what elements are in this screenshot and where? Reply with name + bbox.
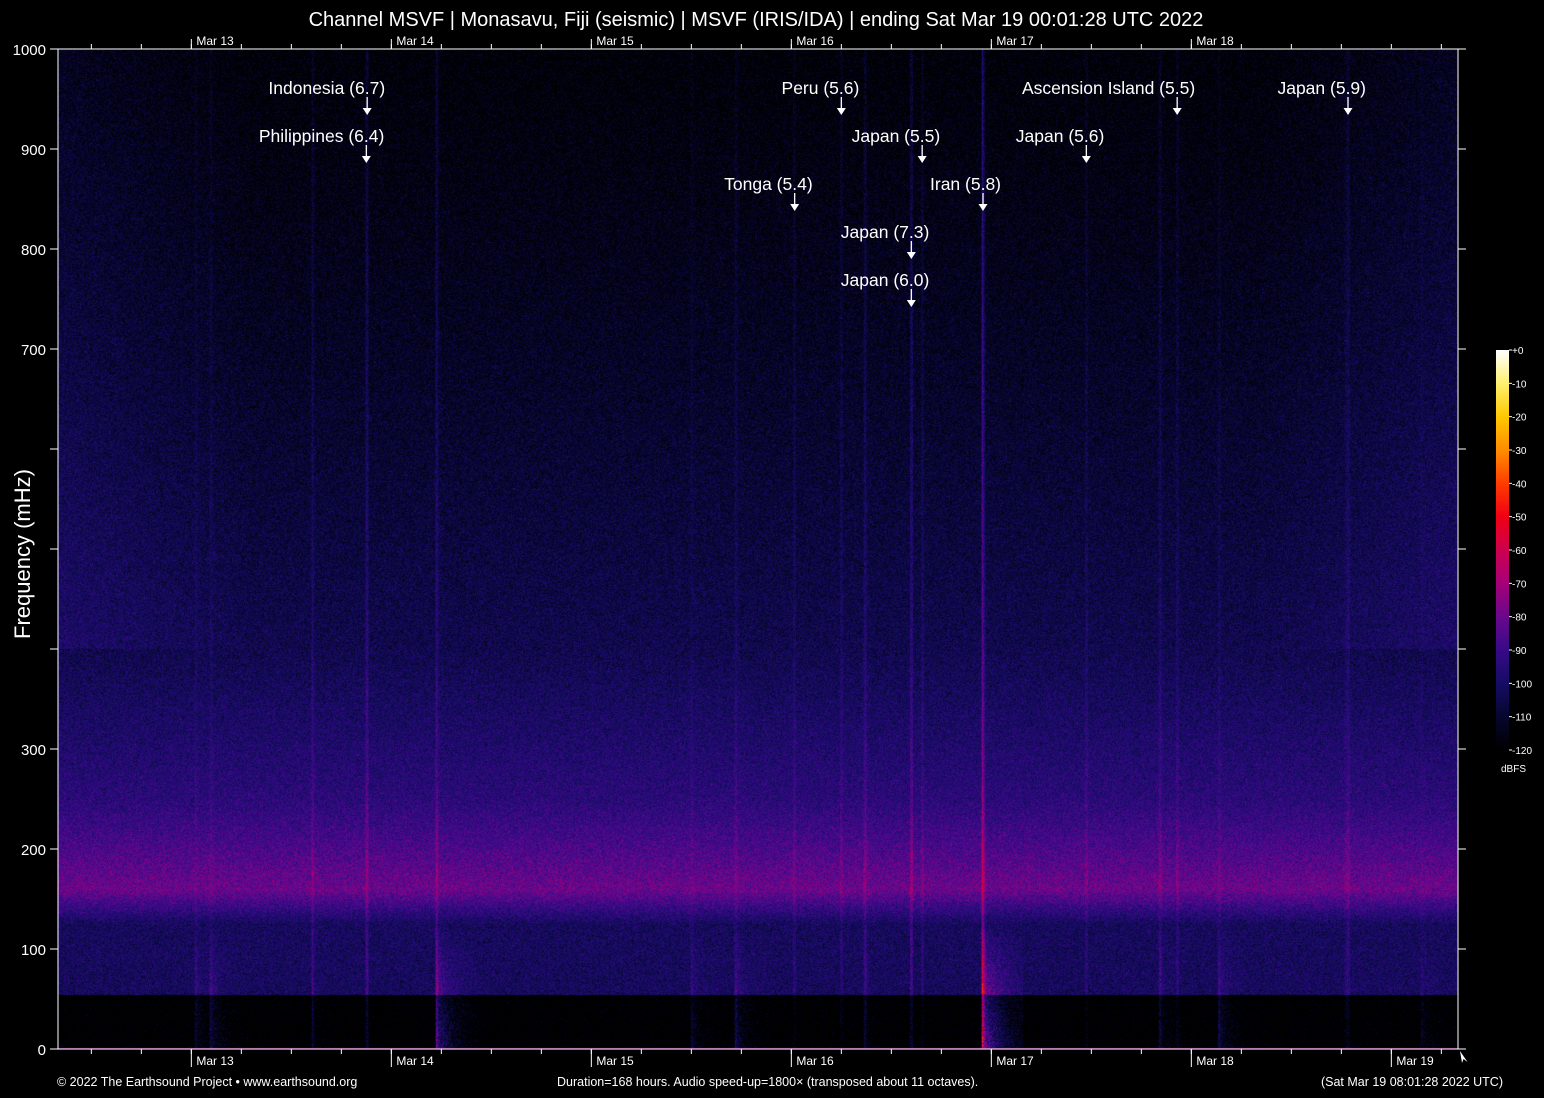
colorbar-tick-label: -10 (1512, 379, 1527, 390)
event-label: Japan (7.3) (841, 222, 930, 242)
event-arrow-icon (363, 108, 372, 115)
x-tick-label-bottom: Mar 13 (196, 1054, 234, 1068)
colorbar-tick-label: -20 (1512, 413, 1527, 424)
footer-duration: Duration=168 hours. Audio speed-up=1800×… (557, 1075, 978, 1089)
event-arrow-icon (979, 204, 988, 211)
event-arrow-icon (837, 108, 846, 115)
colorbar-tick-label: -90 (1512, 646, 1527, 657)
event-label: Tonga (5.4) (724, 174, 813, 194)
colorbar-tick-label: -60 (1512, 546, 1527, 557)
event-arrow-icon (1082, 156, 1091, 163)
event-label: Japan (5.6) (1016, 126, 1105, 146)
event-arrow-icon (362, 156, 371, 163)
colorbar-label: dBFS (1501, 764, 1526, 775)
x-tick-label-top: Mar 13 (196, 34, 234, 48)
x-tick-label-bottom: Mar 16 (796, 1054, 834, 1068)
event-arrow-icon (1344, 108, 1353, 115)
y-tick-label: 700 (21, 342, 46, 359)
colorbar-tick-label: -80 (1512, 613, 1527, 624)
x-tick-label-bottom: Mar 15 (596, 1054, 634, 1068)
colorbar-tick-label: -120 (1512, 746, 1532, 757)
plot-frame (58, 49, 1458, 1049)
x-tick-label-bottom: Mar 17 (996, 1054, 1034, 1068)
y-tick-label: 900 (21, 142, 46, 159)
x-tick-label-bottom: Mar 14 (396, 1054, 434, 1068)
y-tick-label: 800 (21, 242, 46, 259)
event-label: Indonesia (6.7) (268, 78, 385, 98)
y-tick-label: 1000 (13, 42, 46, 59)
colorbar-tick-label: -110 (1512, 713, 1532, 724)
event-label: Japan (5.9) (1277, 78, 1366, 98)
x-tick-label-top: Mar 16 (796, 34, 834, 48)
event-arrow-icon (918, 156, 927, 163)
event-label: Peru (5.6) (782, 78, 860, 98)
y-axis-label: Frequency (mHz) (10, 469, 36, 639)
event-label: Philippines (6.4) (259, 126, 384, 146)
event-label: Japan (6.0) (841, 270, 930, 290)
event-label: Ascension Island (5.5) (1022, 78, 1195, 98)
y-tick-label: 200 (21, 842, 46, 859)
x-tick-label-top: Mar 18 (1196, 34, 1234, 48)
footer-copyright: © 2022 The Earthsound Project • www.eart… (57, 1075, 357, 1089)
event-arrow-icon (790, 204, 799, 211)
chart-axes: Mar 13 Mar 14 Mar 15 Mar 16 Mar 17 Mar 18 Mar … (0, 0, 1544, 1098)
x-tick-label-top: Mar 17 (996, 34, 1034, 48)
colorbar-tick-label: +0 (1512, 346, 1524, 357)
colorbar-tick-label: -100 (1512, 679, 1532, 690)
cursor-arrow-icon (1460, 1051, 1468, 1063)
event-arrow-icon (1173, 108, 1182, 115)
event-label: Iran (5.8) (930, 174, 1001, 194)
footer-timestamp: (Sat Mar 19 08:01:28 2022 UTC) (1321, 1075, 1503, 1089)
x-tick-label-bottom: Mar 18 (1196, 1054, 1234, 1068)
colorbar-tick-label: -40 (1512, 479, 1527, 490)
event-label: Japan (5.5) (852, 126, 941, 146)
colorbar-tick-label: -30 (1512, 446, 1527, 457)
y-tick-label: 300 (21, 742, 46, 759)
x-tick-label-top: Mar 14 (396, 34, 434, 48)
colorbar-tick-label: -50 (1512, 513, 1527, 524)
event-arrow-icon (907, 252, 916, 259)
colorbar (1496, 350, 1509, 750)
event-arrow-icon (907, 300, 916, 307)
x-tick-label-top: Mar 15 (596, 34, 634, 48)
colorbar-tick-label: -70 (1512, 579, 1527, 590)
y-tick-label: 100 (21, 942, 46, 959)
y-tick-label: 0 (38, 1042, 46, 1059)
x-tick-label-bottom: Mar 19 (1396, 1054, 1434, 1068)
